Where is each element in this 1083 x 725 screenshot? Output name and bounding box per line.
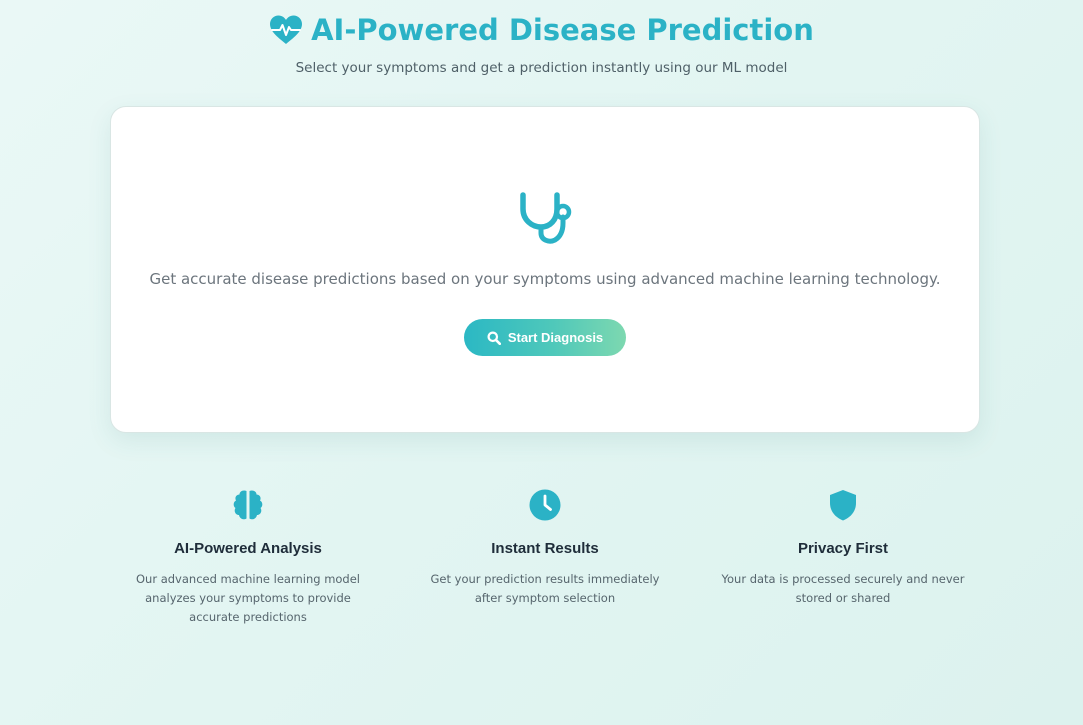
page-header: AI-Powered Disease Prediction Select you… bbox=[0, 12, 1083, 76]
start-diagnosis-label: Start Diagnosis bbox=[507, 330, 604, 345]
feature-instant-results: Instant Results Get your prediction resu… bbox=[420, 488, 670, 608]
page-title: AI-Powered Disease Prediction bbox=[311, 13, 814, 47]
hero-description: Get accurate disease predictions based o… bbox=[149, 270, 941, 288]
title-row: AI-Powered Disease Prediction bbox=[0, 12, 1083, 48]
feature-ai-analysis: AI-Powered Analysis Our advanced machine… bbox=[123, 488, 373, 627]
feature-description: Our advanced machine learning model anal… bbox=[135, 572, 361, 624]
feature-description: Your data is processed securely and neve… bbox=[721, 572, 965, 605]
feature-title: Instant Results bbox=[491, 540, 599, 557]
feature-title: Privacy First bbox=[797, 540, 889, 557]
clock-icon bbox=[529, 489, 561, 521]
search-icon bbox=[487, 331, 501, 345]
hero-card: Get accurate disease predictions based o… bbox=[110, 106, 980, 433]
shield-icon bbox=[830, 490, 856, 521]
feature-description: Get your prediction results immediately … bbox=[430, 572, 660, 605]
stethoscope-icon bbox=[520, 192, 572, 244]
feature-title: AI-Powered Analysis bbox=[174, 540, 322, 557]
page-subtitle: Select your symptoms and get a predictio… bbox=[295, 60, 788, 76]
start-diagnosis-button[interactable]: Start Diagnosis bbox=[464, 319, 626, 356]
brain-icon bbox=[233, 490, 263, 520]
heart-pulse-icon bbox=[270, 15, 303, 44]
feature-privacy-first: Privacy First Your data is processed sec… bbox=[718, 488, 968, 608]
